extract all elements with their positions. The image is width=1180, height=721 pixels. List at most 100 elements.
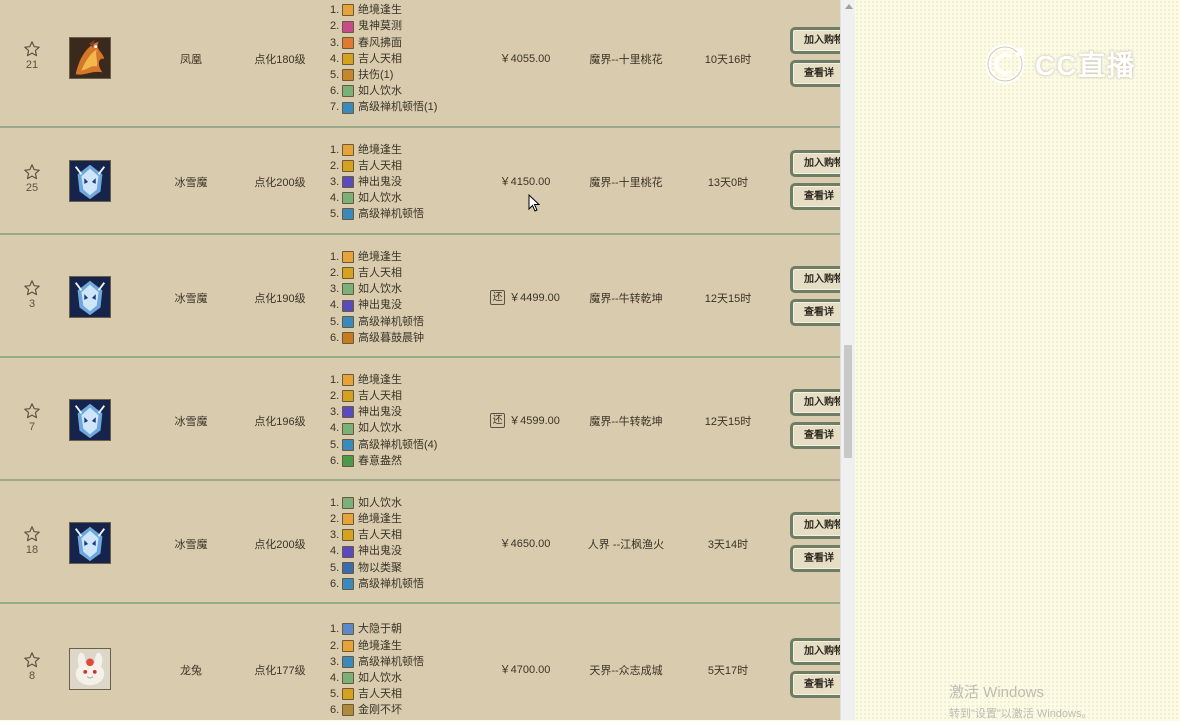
skill-icon <box>342 20 354 33</box>
pet-level: 点化200级 <box>254 177 306 189</box>
skill-item[interactable]: 5. 扶伤(1) <box>330 67 437 83</box>
pet-avatar[interactable] <box>69 275 111 318</box>
favorite-star-icon[interactable] <box>23 40 41 58</box>
skill-name: 高级禅机顿悟 <box>358 577 424 590</box>
skill-item[interactable]: 5. 高级禅机顿悟(4) <box>330 437 437 453</box>
skill-item[interactable]: 5. 高级禅机顿悟 <box>330 206 424 222</box>
favorite-toggle[interactable]: 7 <box>20 402 44 433</box>
favorite-star-icon[interactable] <box>23 279 41 297</box>
skill-item[interactable]: 6. 金刚不坏 <box>330 702 424 718</box>
skill-item[interactable]: 4. 神出鬼没 <box>330 543 424 559</box>
favorite-star-icon[interactable] <box>23 402 41 420</box>
add-to-cart-button[interactable]: 加入购物 <box>790 265 840 293</box>
skill-number: 1. <box>330 143 340 156</box>
skill-number: 4. <box>330 299 340 312</box>
add-to-cart-button[interactable]: 加入购物 <box>790 638 840 665</box>
skill-item[interactable]: 5. 吉人天相 <box>330 686 424 702</box>
skill-item[interactable]: 3. 吉人天相 <box>330 527 424 543</box>
skill-item[interactable]: 2. 吉人天相 <box>330 158 424 174</box>
skill-item[interactable]: 3. 春风拂面 <box>330 35 437 51</box>
skill-item[interactable]: 6. 如人饮水 <box>330 83 437 99</box>
skill-item[interactable]: 6. 高级暮鼓晨钟 <box>330 330 424 346</box>
view-details-button[interactable]: 查看详 <box>790 671 840 698</box>
skill-item[interactable]: 2. 吉人天相 <box>330 265 424 281</box>
view-details-button[interactable]: 查看详 <box>790 183 840 210</box>
view-details-button[interactable]: 查看详 <box>790 60 840 87</box>
skill-name: 如人饮水 <box>358 671 402 684</box>
skill-icon <box>342 315 354 328</box>
skill-item[interactable]: 2. 绝境逢生 <box>330 638 424 654</box>
skill-item[interactable]: 1. 大隐于朝 <box>330 621 424 637</box>
server-name: 人界 --江枫渔火 <box>587 538 665 551</box>
skill-item[interactable]: 2. 吉人天相 <box>330 388 437 404</box>
skill-item[interactable]: 6. 春意盎然 <box>330 453 437 469</box>
time-remaining: 10天16时 <box>704 54 752 66</box>
view-details-button[interactable]: 查看详 <box>790 298 840 326</box>
skill-name: 大隐于朝 <box>358 623 402 636</box>
pet-avatar[interactable] <box>69 648 111 690</box>
skill-item[interactable]: 4. 如人饮水 <box>330 420 437 436</box>
favorite-toggle[interactable]: 21 <box>20 40 44 71</box>
price-value: ￥4700.00 <box>499 664 551 676</box>
skill-icon <box>342 208 354 221</box>
favorite-count: 7 <box>28 420 36 433</box>
price: ￥4150.00 <box>470 173 580 189</box>
skill-item[interactable]: 4. 吉人天相 <box>330 51 437 67</box>
skill-item[interactable]: 3. 如人饮水 <box>330 281 424 297</box>
pet-name: 冰雪魔 <box>174 177 208 189</box>
cc-live-logo: CC直播 <box>985 42 1145 86</box>
view-details-button[interactable]: 查看详 <box>790 421 840 449</box>
skill-item[interactable]: 1. 绝境逢生 <box>330 372 437 388</box>
add-to-cart-button[interactable]: 加入购物 <box>790 511 840 539</box>
favorite-star-icon[interactable] <box>23 525 41 543</box>
skill-item[interactable]: 1. 绝境逢生 <box>330 142 424 158</box>
server-name: 魔界--十里桃花 <box>589 54 663 66</box>
skill-item[interactable]: 2. 绝境逢生 <box>330 511 424 527</box>
skill-name: 绝境逢生 <box>358 143 402 156</box>
pet-avatar[interactable] <box>69 37 111 79</box>
skill-number: 4. <box>330 52 340 65</box>
view-details-button[interactable]: 查看详 <box>790 544 840 572</box>
skill-item[interactable]: 3. 神出鬼没 <box>330 404 437 420</box>
skill-name: 吉人天相 <box>358 267 402 280</box>
pet-avatar[interactable] <box>69 521 111 564</box>
price-value: ￥4055.00 <box>499 53 551 65</box>
skill-item[interactable]: 7. 高级禅机顿悟(1) <box>330 99 437 115</box>
price: ￥4650.00 <box>470 535 580 551</box>
favorite-toggle[interactable]: 18 <box>20 525 44 556</box>
add-to-cart-button[interactable]: 加入购物 <box>790 150 840 177</box>
favorite-toggle[interactable]: 3 <box>20 279 44 310</box>
skill-item[interactable]: 5. 高级禅机顿悟 <box>330 314 424 330</box>
skill-icon <box>342 283 354 296</box>
skill-number: 1. <box>330 496 340 509</box>
scroll-thumb[interactable] <box>844 345 852 458</box>
pet-avatar[interactable] <box>69 160 111 202</box>
skill-name: 金刚不坏 <box>358 704 402 717</box>
skill-item[interactable]: 1. 绝境逢生 <box>330 249 424 265</box>
skill-item[interactable]: 1. 如人饮水 <box>330 495 424 511</box>
skill-number: 6. <box>330 577 340 590</box>
skill-item[interactable]: 5. 物以类聚 <box>330 560 424 576</box>
vertical-scrollbar[interactable] <box>840 0 855 720</box>
skill-name: 吉人天相 <box>358 52 402 65</box>
skill-item[interactable]: 1. 绝境逢生 <box>330 2 437 18</box>
skill-name: 如人饮水 <box>358 283 402 296</box>
skill-item[interactable]: 3. 高级禅机顿悟 <box>330 654 424 670</box>
favorite-star-icon[interactable] <box>23 163 41 181</box>
skill-item[interactable]: 4. 如人饮水 <box>330 670 424 686</box>
skill-item[interactable]: 4. 神出鬼没 <box>330 297 424 313</box>
skill-number: 1. <box>330 373 340 386</box>
skill-item[interactable]: 6. 高级禅机顿悟 <box>330 576 424 592</box>
skill-item[interactable]: 2. 鬼神莫测 <box>330 18 437 34</box>
favorite-toggle[interactable]: 8 <box>20 651 44 682</box>
skill-icon <box>342 69 354 82</box>
favorite-star-icon[interactable] <box>23 651 41 669</box>
scroll-up-arrow-icon[interactable] <box>845 4 853 9</box>
favorite-toggle[interactable]: 25 <box>20 163 44 194</box>
pet-avatar[interactable] <box>69 398 111 441</box>
skill-item[interactable]: 4. 如人饮水 <box>330 190 424 206</box>
skill-item[interactable]: 3. 神出鬼没 <box>330 174 424 190</box>
skill-number: 1. <box>330 623 340 636</box>
add-to-cart-button[interactable]: 加入购物 <box>790 388 840 416</box>
add-to-cart-button[interactable]: 加入购物 <box>790 27 840 54</box>
